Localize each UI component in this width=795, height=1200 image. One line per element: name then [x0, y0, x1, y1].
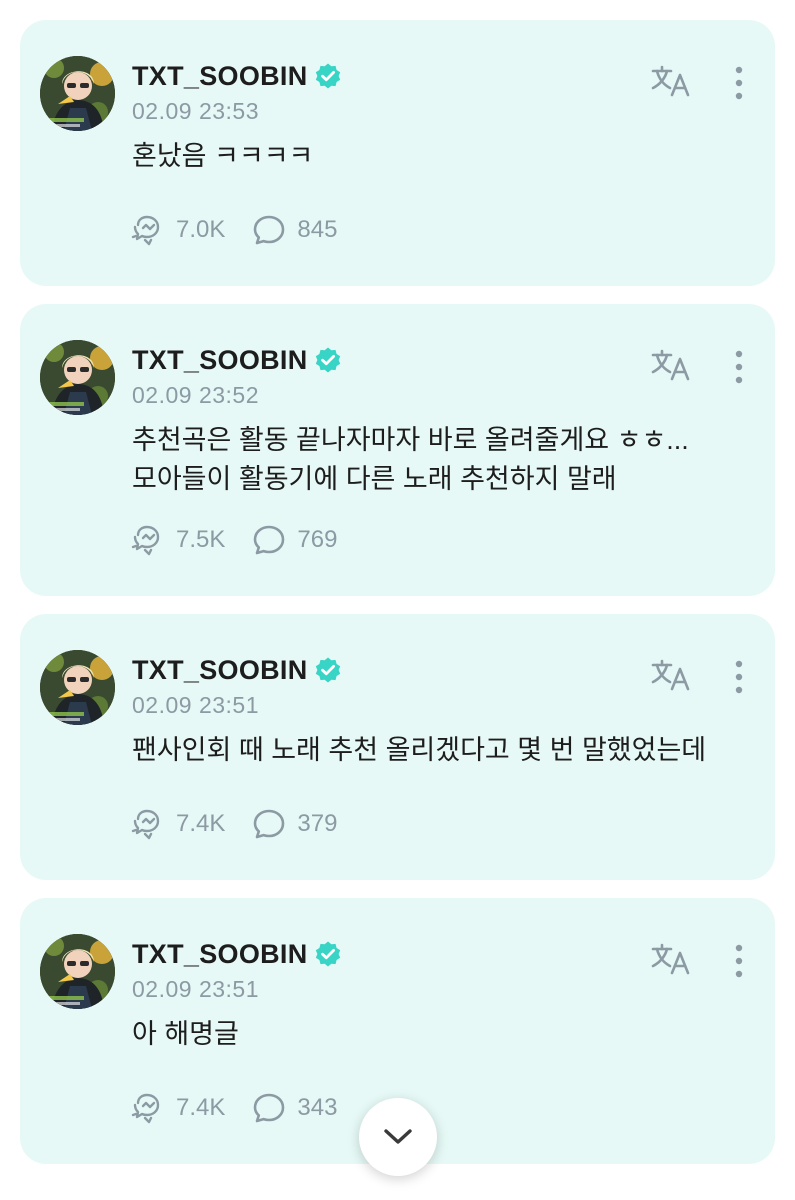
post-stats: 7.5K 769	[130, 520, 363, 560]
author-name[interactable]: TXT_SOOBIN	[132, 345, 308, 376]
post-feed: TXT_SOOBIN 02.09 23:53 혼났음 ㅋㅋㅋㅋ 7.0K 845…	[0, 0, 795, 1200]
post-card[interactable]: TXT_SOOBIN 02.09 23:51 팬사인회 때 노래 추천 올리겠다…	[20, 614, 775, 880]
comment-icon	[131, 809, 160, 840]
chevron-down-icon	[384, 1129, 412, 1144]
translate-icon[interactable]	[650, 347, 692, 383]
more-vertical-icon[interactable]	[727, 348, 751, 386]
post-timestamp: 02.09 23:51	[132, 976, 260, 1002]
avatar[interactable]	[40, 340, 115, 415]
avatar[interactable]	[40, 934, 115, 1009]
post-stats: 7.0K 845	[130, 210, 363, 250]
comment-icon	[131, 215, 160, 246]
post-timestamp: 02.09 23:52	[132, 382, 260, 408]
scroll-down-button[interactable]	[359, 1098, 437, 1176]
verified-badge-icon	[315, 941, 340, 967]
comment-count: 7.4K	[176, 1094, 226, 1121]
post-card[interactable]: TXT_SOOBIN 02.09 23:53 혼났음 ㅋㅋㅋㅋ 7.0K 845	[20, 20, 775, 286]
reply-count: 343	[297, 1094, 338, 1121]
more-vertical-icon[interactable]	[727, 942, 751, 980]
author-name[interactable]: TXT_SOOBIN	[132, 939, 308, 970]
author-name[interactable]: TXT_SOOBIN	[132, 61, 308, 92]
post-timestamp: 02.09 23:53	[132, 98, 260, 124]
author-row: TXT_SOOBIN	[132, 934, 342, 974]
avatar[interactable]	[40, 650, 115, 725]
author-name[interactable]: TXT_SOOBIN	[132, 655, 308, 686]
verified-badge-icon	[315, 657, 340, 683]
post-card[interactable]: TXT_SOOBIN 02.09 23:52 추천곡은 활동 끝나자마자 바로 …	[20, 304, 775, 596]
post-text: 혼났음 ㅋㅋㅋㅋ	[132, 141, 314, 171]
comment-icon	[131, 525, 160, 556]
comment-action[interactable]: 7.0K	[130, 212, 225, 248]
reply-action[interactable]: 845	[251, 212, 337, 248]
translate-icon[interactable]	[650, 657, 692, 693]
verified-badge-icon	[315, 347, 340, 373]
comment-count: 7.0K	[176, 216, 226, 243]
comment-action[interactable]: 7.5K	[130, 522, 225, 558]
more-vertical-icon[interactable]	[727, 658, 751, 696]
reply-action[interactable]: 769	[251, 522, 337, 558]
comment-count: 7.5K	[176, 526, 226, 553]
reply-action[interactable]: 343	[251, 1090, 337, 1126]
comment-count: 7.4K	[176, 810, 226, 837]
post-text: 추천곡은 활동 끝나자마자 바로 올려줄게요 ㅎㅎ... 모아들이 활동기에 다…	[132, 425, 689, 494]
avatar[interactable]	[40, 56, 115, 131]
more-vertical-icon[interactable]	[727, 64, 751, 102]
post-stats: 7.4K 343	[130, 1088, 363, 1128]
post-stats: 7.4K 379	[130, 804, 363, 844]
comment-action[interactable]: 7.4K	[130, 1090, 225, 1126]
post-timestamp: 02.09 23:51	[132, 692, 260, 718]
reply-action[interactable]: 379	[251, 806, 337, 842]
reply-count: 379	[297, 810, 338, 837]
verified-badge-icon	[315, 63, 340, 89]
reply-bubble-icon	[254, 1093, 285, 1123]
reply-count: 845	[297, 216, 338, 243]
post-text: 팬사인회 때 노래 추천 올리겠다고 몇 번 말했었는데	[132, 735, 707, 765]
translate-icon[interactable]	[650, 63, 692, 99]
author-row: TXT_SOOBIN	[132, 56, 342, 96]
reply-count: 769	[297, 526, 338, 553]
author-row: TXT_SOOBIN	[132, 650, 342, 690]
reply-bubble-icon	[254, 215, 285, 245]
comment-icon	[131, 1093, 160, 1124]
reply-bubble-icon	[254, 525, 285, 555]
translate-icon[interactable]	[650, 941, 692, 977]
author-row: TXT_SOOBIN	[132, 340, 342, 380]
post-text: 아 해명글	[132, 1019, 239, 1049]
reply-bubble-icon	[254, 809, 285, 839]
comment-action[interactable]: 7.4K	[130, 806, 225, 842]
